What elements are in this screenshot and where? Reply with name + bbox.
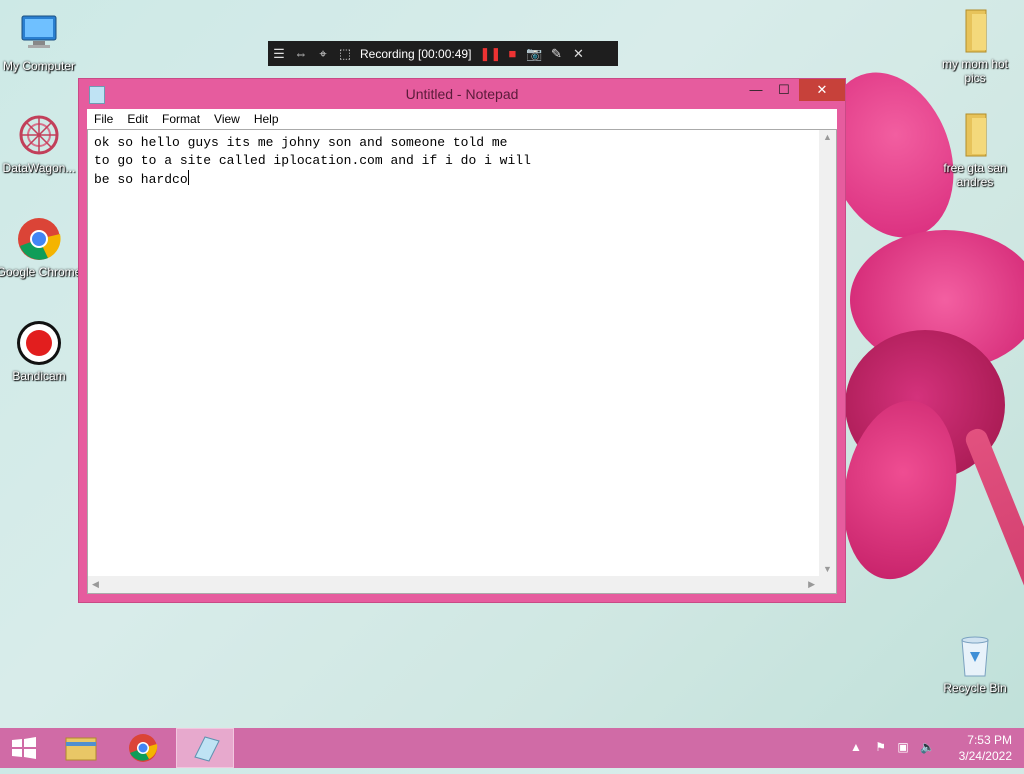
editor-text[interactable]: ok so hello guys its me johny son and so…: [94, 134, 531, 189]
folder-icon: [952, 112, 998, 158]
computer-icon: [16, 10, 62, 56]
desktop-icon-label: free gta san andres: [943, 161, 1007, 189]
scroll-left-icon[interactable]: ◀: [92, 579, 99, 590]
desktop-icon-folder-mom[interactable]: my mom hot pics: [932, 8, 1018, 85]
desktop-icon-label: Bandicam: [12, 369, 66, 383]
camera-icon[interactable]: 📷: [523, 46, 545, 62]
resize-icon[interactable]: ⇔: [290, 46, 312, 61]
file-explorer-icon: [65, 737, 97, 761]
taskbar-file-explorer[interactable]: [52, 728, 110, 768]
menu-format[interactable]: Format: [155, 112, 207, 126]
scroll-down-icon[interactable]: ▼: [823, 564, 832, 574]
text-line: to go to a site called iplocation.com an…: [94, 153, 531, 168]
clock-date: 3/24/2022: [958, 749, 1012, 763]
recycle-bin-icon: [952, 632, 998, 678]
minimize-button[interactable]: —: [743, 79, 769, 101]
window-title: Untitled - Notepad: [405, 86, 519, 102]
desktop-icon-label: my mom hot pics: [941, 57, 1008, 85]
recording-toolbar: ☰ ⇔ ⌖ ⬚ Recording [00:00:49] ❚❚ ■ 📷 ✎ ✕: [268, 41, 618, 66]
desktop-icon-bandicam[interactable]: Bandicam: [0, 320, 82, 383]
desktop-icon-recycle-bin[interactable]: Recycle Bin: [932, 632, 1018, 695]
desktop-icon-datawagon[interactable]: DataWagon...: [0, 112, 82, 175]
menu-bar: File Edit Format View Help: [87, 109, 837, 129]
region-icon[interactable]: ⬚: [334, 46, 356, 62]
scroll-right-icon[interactable]: ▶: [808, 579, 815, 590]
taskbar: ▲ ⚑ ▣ 🔈 7:53 PM 3/24/2022: [0, 728, 1024, 768]
desktop-icon-label: DataWagon...: [2, 161, 76, 175]
folder-icon: [952, 8, 998, 54]
datawagon-icon: [16, 112, 62, 158]
horizontal-scrollbar[interactable]: ◀ ▶: [88, 576, 819, 593]
volume-muted-icon[interactable]: 🔈: [920, 740, 935, 754]
taskbar-chrome[interactable]: [114, 728, 172, 768]
text-line: ok so hello guys its me johny son and so…: [94, 135, 508, 150]
text-editor[interactable]: ok so hello guys its me johny son and so…: [87, 129, 837, 594]
menu-view[interactable]: View: [207, 112, 247, 126]
desktop-icon-folder-gta[interactable]: free gta san andres: [932, 112, 1018, 189]
text-line: be so hardco: [94, 172, 188, 187]
menu-icon[interactable]: ☰: [268, 46, 290, 62]
bandicam-icon: [16, 320, 62, 366]
system-tray: ▲ ⚑ ▣ 🔈: [850, 740, 935, 754]
clock-time: 7:53 PM: [967, 733, 1012, 747]
tray-expand-icon[interactable]: ▲: [850, 740, 862, 754]
start-button[interactable]: [0, 728, 48, 768]
target-icon[interactable]: ⌖: [312, 46, 334, 62]
recording-status: Recording [00:00:49]: [360, 46, 472, 61]
desktop-icon-label: Recycle Bin: [943, 681, 1007, 695]
desktop-icon-my-computer[interactable]: My Computer: [0, 10, 82, 73]
vertical-scrollbar[interactable]: ▲ ▼: [819, 130, 836, 576]
menu-edit[interactable]: Edit: [120, 112, 155, 126]
maximize-button[interactable]: ☐: [771, 79, 797, 101]
network-icon[interactable]: ▣: [897, 740, 908, 754]
desktop-icon-label: Google Chrome: [0, 265, 82, 279]
clock[interactable]: 7:53 PM 3/24/2022: [959, 732, 1012, 764]
pause-icon[interactable]: ❚❚: [479, 46, 502, 62]
close-button[interactable]: ✕: [799, 79, 845, 101]
notepad-window: Untitled - Notepad — ☐ ✕ File Edit Forma…: [78, 78, 846, 603]
taskbar-notepad[interactable]: [176, 728, 234, 768]
menu-help[interactable]: Help: [247, 112, 286, 126]
menu-file[interactable]: File: [87, 112, 120, 126]
desktop-icon-label: My Computer: [2, 59, 76, 73]
pencil-icon[interactable]: ✎: [545, 46, 567, 62]
title-bar[interactable]: Untitled - Notepad — ☐ ✕: [79, 79, 845, 109]
windows-icon: [12, 737, 36, 759]
scrollbar-corner: [819, 576, 836, 593]
stop-icon[interactable]: ■: [501, 46, 523, 61]
chrome-icon: [129, 734, 158, 762]
action-center-icon[interactable]: ⚑: [875, 740, 886, 754]
scroll-up-icon[interactable]: ▲: [823, 132, 832, 142]
text-caret: [187, 170, 189, 185]
desktop-icon-google-chrome[interactable]: Google Chrome: [0, 216, 82, 279]
close-icon[interactable]: ✕: [567, 46, 589, 62]
notepad-icon: [194, 736, 220, 762]
chrome-icon: [16, 216, 62, 262]
wallpaper-stem: [962, 425, 1024, 768]
